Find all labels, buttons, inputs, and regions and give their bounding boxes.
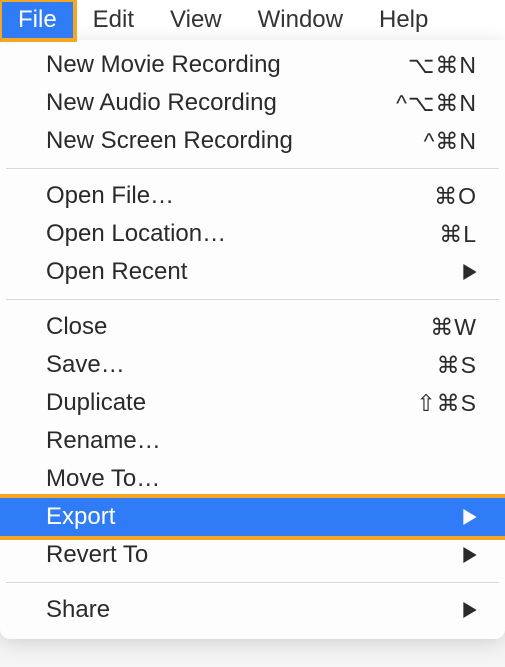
menu-item-shortcut: ^⌥⌘N [396,90,477,117]
menubar-item-view[interactable]: View [152,0,240,40]
menu-item-label: Move To… [46,465,160,493]
menu-item-open-file[interactable]: Open File… ⌘O [0,177,505,215]
menubar-item-help[interactable]: Help [361,0,446,40]
menu-item-rename[interactable]: Rename… [0,422,505,460]
menu-item-shortcut: ⌘S [437,352,477,379]
menubar: File Edit View Window Help [0,0,505,41]
menu-item-label: New Audio Recording [46,89,277,117]
menu-separator [6,582,499,583]
submenu-chevron-icon [463,264,477,280]
menu-item-move-to[interactable]: Move To… [0,460,505,498]
menu-item-label: Open Location… [46,220,226,248]
menu-item-export[interactable]: Export [0,498,505,536]
menu-item-share[interactable]: Share [0,591,505,629]
menubar-item-window[interactable]: Window [240,0,361,40]
menu-item-label: Rename… [46,427,161,455]
menu-item-shortcut: ⌘L [439,221,477,248]
export-highlight: Export [0,494,505,540]
menu-item-duplicate[interactable]: Duplicate ⇧⌘S [0,384,505,422]
submenu-chevron-icon [463,509,477,525]
submenu-chevron-icon [463,602,477,618]
menu-item-label: Save… [46,351,125,379]
menu-item-label: New Screen Recording [46,127,293,155]
menu-item-label: Close [46,313,107,341]
menu-item-label: New Movie Recording [46,51,281,79]
menu-item-new-movie-recording[interactable]: New Movie Recording ⌥⌘N [0,46,505,84]
menu-item-close[interactable]: Close ⌘W [0,308,505,346]
menu-item-open-recent[interactable]: Open Recent [0,253,505,291]
menu-item-shortcut: ^⌘N [424,128,477,155]
menu-item-open-location[interactable]: Open Location… ⌘L [0,215,505,253]
menu-item-label: Export [46,503,115,531]
menubar-item-edit[interactable]: Edit [75,0,152,40]
menu-item-revert-to[interactable]: Revert To [0,536,505,574]
menu-item-new-screen-recording[interactable]: New Screen Recording ^⌘N [0,122,505,160]
submenu-chevron-icon [463,547,477,563]
menu-separator [6,299,499,300]
menu-item-label: Share [46,596,110,624]
menu-item-label: Open File… [46,182,174,210]
menu-item-shortcut: ⇧⌘S [416,390,477,417]
menu-item-save[interactable]: Save… ⌘S [0,346,505,384]
menubar-item-file[interactable]: File [0,0,75,40]
menu-item-shortcut: ⌥⌘N [408,52,477,79]
file-dropdown-menu: New Movie Recording ⌥⌘N New Audio Record… [0,40,505,639]
menu-item-label: Revert To [46,541,148,569]
menu-item-shortcut: ⌘O [434,183,477,210]
menu-item-label: Open Recent [46,258,187,286]
menu-item-new-audio-recording[interactable]: New Audio Recording ^⌥⌘N [0,84,505,122]
menu-item-label: Duplicate [46,389,146,417]
menu-separator [6,168,499,169]
menu-item-shortcut: ⌘W [430,314,477,341]
